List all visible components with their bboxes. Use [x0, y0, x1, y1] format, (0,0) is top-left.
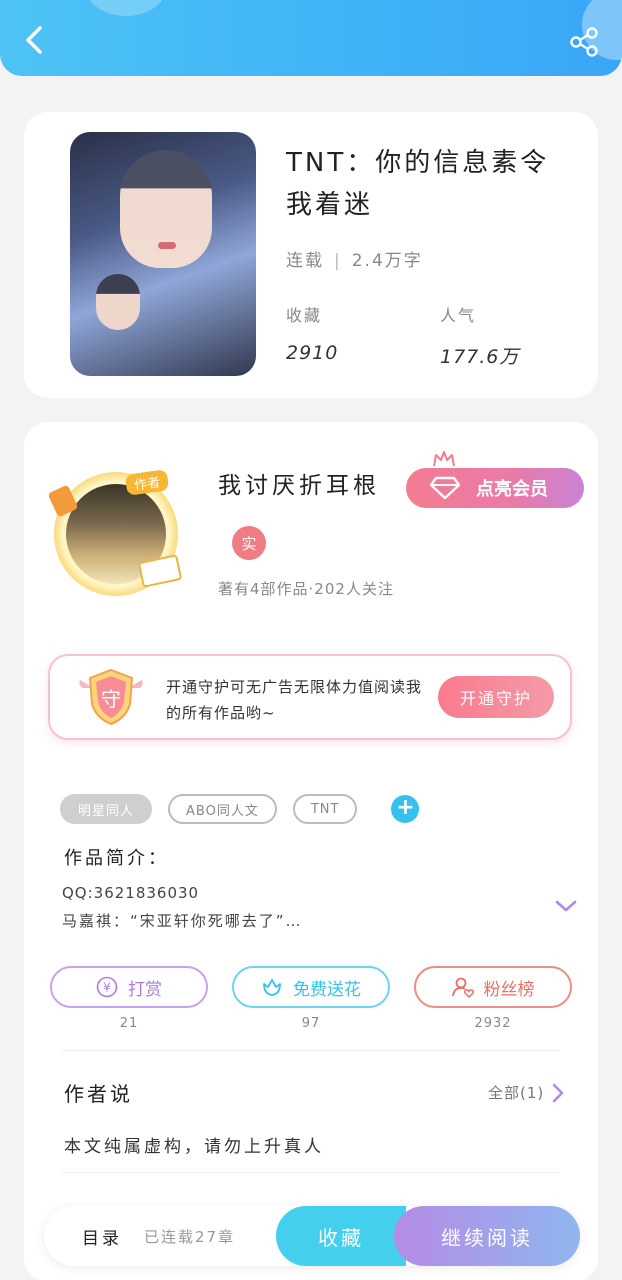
fans-label: 粉丝榜 — [483, 979, 535, 1000]
book-title: TNT：你的信息素令我着迷 — [286, 148, 550, 220]
divider — [62, 1172, 560, 1173]
svg-text:¥: ¥ — [103, 981, 111, 995]
header-decoration — [86, 0, 166, 16]
tag-item[interactable]: TNT — [292, 794, 358, 824]
bottom-action-bar: 目录 已连载27章 收藏 继续阅读 — [44, 1206, 580, 1266]
fans-rank-button[interactable]: 粉丝榜 — [414, 966, 572, 1008]
tag-list: 明星同人 ABO同人文 TNT + — [60, 794, 420, 824]
guard-banner: 守 开通守护可无广告无限体力值阅读我的所有作品哟~ 开通守护 — [48, 654, 572, 740]
reward-label: 打赏 — [128, 979, 162, 1000]
chevron-right-icon — [552, 1083, 564, 1102]
guard-shield-char: 守 — [101, 687, 121, 711]
author-avatar[interactable]: 作者 — [42, 462, 198, 612]
yen-coin-icon: ¥ — [96, 976, 118, 998]
collect-button[interactable]: 收藏 — [276, 1206, 406, 1266]
book-info-card: TNT：你的信息素令我着迷 连载 | 2.4万字 收藏 2910 人气 177.6万 — [24, 112, 598, 398]
verified-badge: 实 — [232, 526, 266, 560]
author-note: 本文纯属虚构，请勿上升真人 — [64, 1137, 324, 1157]
divider — [62, 1050, 560, 1051]
author-name[interactable]: 我讨厌折耳根 — [218, 466, 380, 500]
vip-button[interactable]: 点亮会员 — [406, 451, 584, 508]
fans-count: 2932 — [474, 1016, 512, 1031]
popularity-stat: 人气 177.6万 — [440, 302, 519, 369]
guard-shield-icon: 守 — [79, 668, 143, 726]
tag-item[interactable]: 明星同人 — [60, 794, 153, 824]
favorites-stat: 收藏 2910 — [286, 302, 338, 364]
popularity-label: 人气 — [440, 306, 477, 325]
author-card: 作者 我讨厌折耳根 点亮会员 实 著有4部作品·202人关注 守 开通守护可无广… — [24, 422, 598, 1280]
intro-label: 作品简介： — [64, 848, 169, 869]
word-count: 2.4万字 — [351, 251, 423, 271]
author-says-title: 作者说 — [64, 1082, 133, 1106]
tag-item[interactable]: ABO同人文 — [168, 794, 277, 824]
favorites-label: 收藏 — [286, 306, 323, 325]
favorites-value: 2910 — [286, 342, 339, 364]
add-tag-button[interactable]: + — [391, 795, 420, 823]
view-all-label: 全部(1) — [488, 1084, 545, 1102]
view-all-link[interactable]: 全部(1) — [488, 1082, 564, 1103]
toc-button[interactable]: 目录 — [82, 1224, 122, 1249]
back-arrow-icon[interactable] — [18, 22, 50, 58]
diamond-icon — [430, 476, 460, 500]
author-tag: 作者 — [124, 469, 170, 496]
guard-description: 开通守护可无广告无限体力值阅读我的所有作品哟~ — [166, 678, 423, 722]
chapter-count: 已连载27章 — [144, 1228, 236, 1246]
flower-count: 97 — [301, 1016, 321, 1031]
reward-button[interactable]: ¥ 打赏 — [50, 966, 208, 1008]
flower-label: 免费送花 — [293, 979, 361, 1000]
reward-count: 21 — [119, 1016, 139, 1031]
crown-icon — [433, 451, 455, 467]
book-meta: 连载 | 2.4万字 — [286, 251, 423, 271]
popularity-value: 177.6万 — [440, 346, 520, 368]
cover-portrait-small — [96, 274, 140, 330]
chevron-down-icon[interactable] — [554, 898, 578, 914]
intro-text-line: 马嘉祺：“宋亚轩你死哪去了”… — [62, 912, 303, 930]
top-header — [0, 0, 622, 76]
free-flower-button[interactable]: 免费送花 — [232, 966, 390, 1008]
user-heart-icon — [451, 977, 474, 998]
activate-guard-button[interactable]: 开通守护 — [438, 676, 554, 718]
flower-icon — [263, 979, 281, 996]
share-icon[interactable] — [568, 26, 600, 58]
intro-text-line: QQ:3621836030 — [62, 884, 200, 902]
author-stats: 著有4部作品·202人关注 — [218, 580, 394, 598]
book-cover[interactable] — [70, 132, 256, 376]
book-status: 连载 — [286, 251, 324, 271]
vip-button-label: 点亮会员 — [476, 479, 548, 500]
continue-reading-button[interactable]: 继续阅读 — [394, 1206, 580, 1266]
cover-portrait — [120, 150, 212, 268]
